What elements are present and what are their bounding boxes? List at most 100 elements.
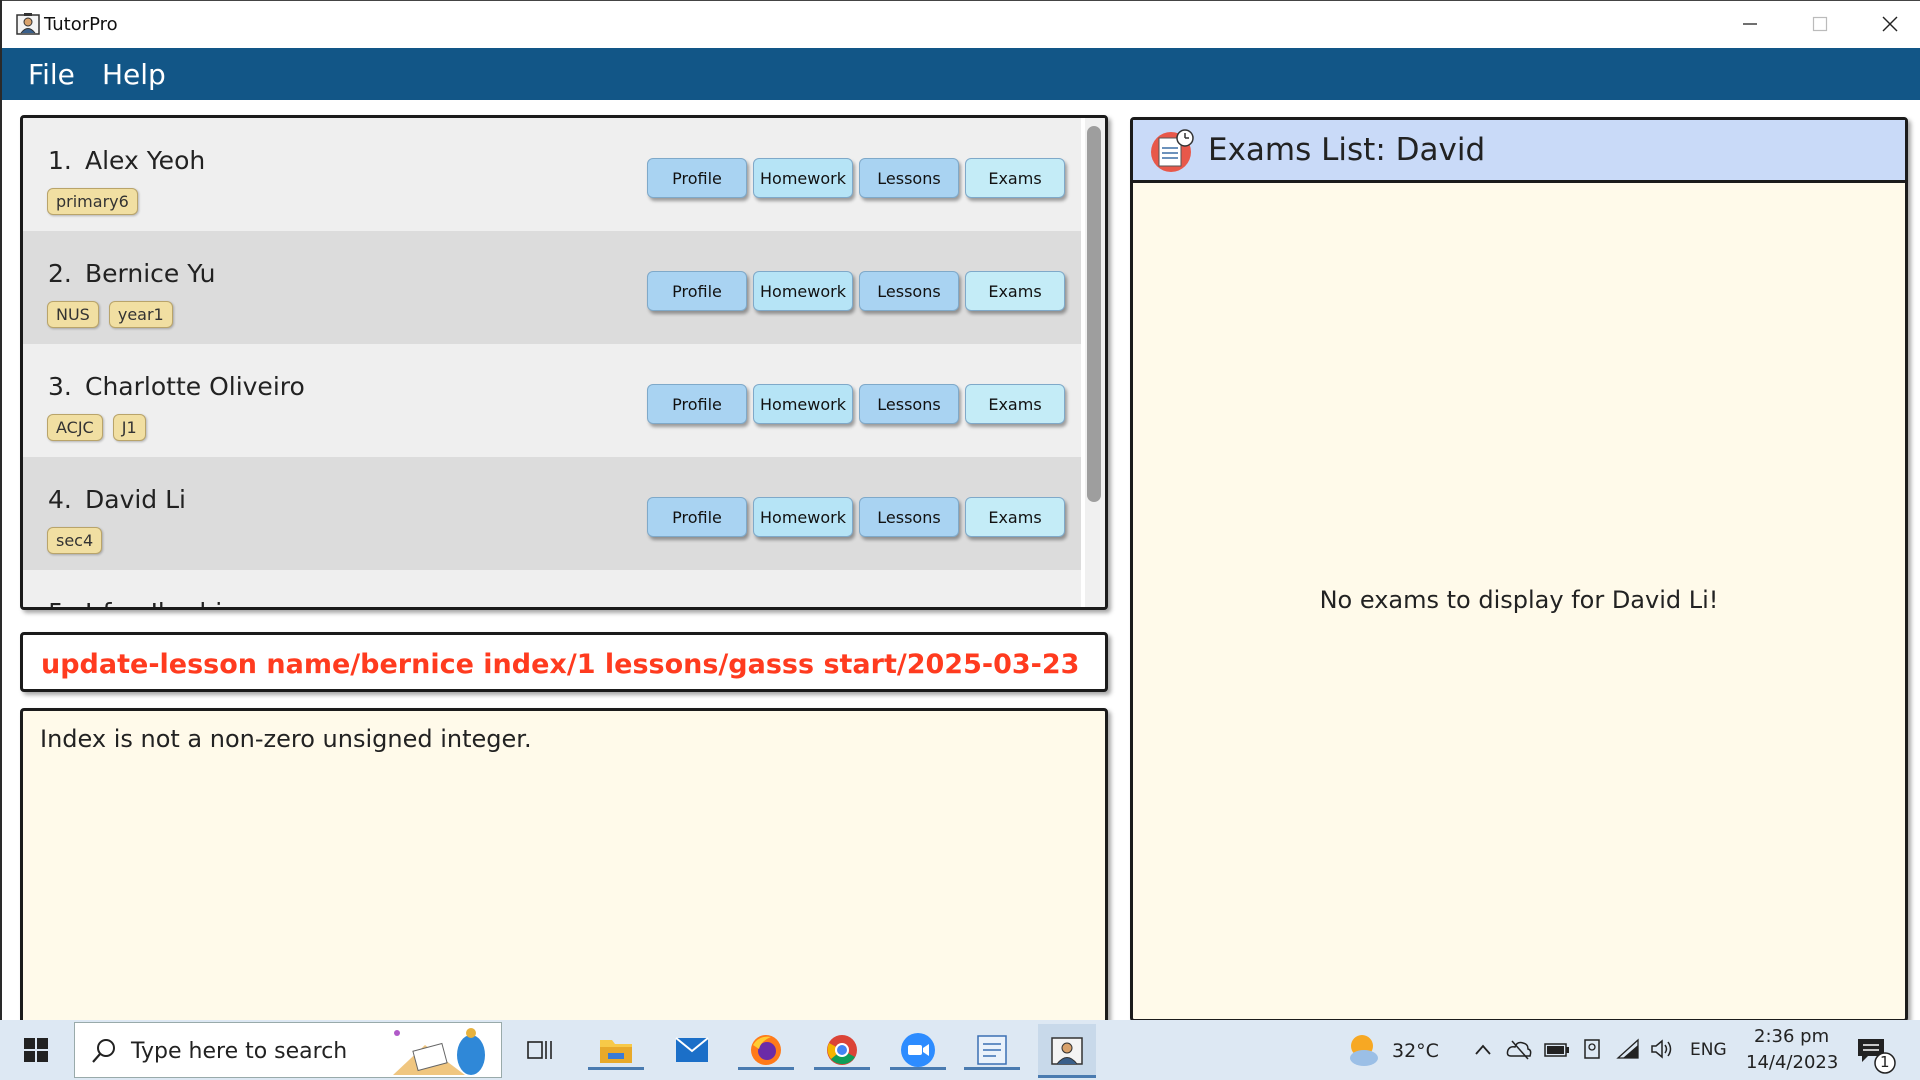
no-exams-message: No exams to display for David Li! (1319, 586, 1719, 614)
student-tag: primary6 (47, 188, 138, 215)
search-placeholder: Type here to search (131, 1039, 348, 1064)
file-explorer-button[interactable] (588, 1030, 644, 1070)
profile-button[interactable]: Profile (647, 384, 747, 424)
search-icon (92, 1039, 115, 1063)
student-row[interactable]: 3. Charlotte Oliveiro ACJC J1 Profile Ho… (23, 344, 1081, 457)
chevron-up-icon[interactable] (1474, 1042, 1492, 1056)
student-name: Alex Yeoh (85, 146, 206, 175)
volume-icon[interactable] (1650, 1038, 1674, 1060)
minimize-button[interactable] (1715, 1, 1785, 47)
homework-button[interactable]: Homework (753, 497, 853, 537)
start-button[interactable] (16, 1030, 56, 1070)
homework-button[interactable]: Homework (753, 158, 853, 198)
maximize-icon (1812, 16, 1828, 32)
maximize-button[interactable] (1785, 1, 1855, 47)
student-row[interactable]: 4. David Li sec4 Profile Homework Lesson… (23, 457, 1081, 570)
active-indicator (1038, 1075, 1096, 1078)
active-indicator (814, 1067, 870, 1070)
lessons-button[interactable]: Lessons (859, 158, 959, 198)
chrome-button[interactable] (814, 1030, 870, 1070)
student-index: 2. (48, 259, 72, 288)
result-display: Index is not a non-zero unsigned integer… (20, 708, 1108, 1038)
profile-button[interactable]: Profile (647, 271, 747, 311)
homework-button[interactable]: Homework (753, 384, 853, 424)
firefox-icon (751, 1035, 781, 1065)
exams-title: Exams List: David (1208, 132, 1486, 168)
weather-temperature[interactable]: 32°C (1392, 1040, 1439, 1062)
student-row[interactable]: 2. Bernice Yu NUS year1 Profile Homework… (23, 231, 1081, 344)
lessons-button[interactable]: Lessons (859, 271, 959, 311)
chrome-icon (827, 1035, 857, 1065)
exams-button[interactable]: Exams (965, 384, 1065, 424)
notifications-icon[interactable] (1856, 1036, 1896, 1074)
onedrive-icon[interactable] (1506, 1038, 1532, 1060)
document-app-icon (977, 1035, 1007, 1065)
active-indicator (588, 1067, 644, 1070)
taskbar: Type here to search 32°C ENG 2:36 pm 14/… (0, 1020, 1920, 1080)
student-tag: sec4 (47, 527, 103, 554)
command-input[interactable]: update-lesson name/bernice index/1 lesso… (41, 649, 1091, 680)
exams-button[interactable]: Exams (965, 497, 1065, 537)
student-list-panel: 1. Alex Yeoh primary6 Profile Homework L… (20, 115, 1108, 610)
window-title: TutorPro (44, 14, 118, 35)
active-indicator (964, 1067, 1020, 1070)
tutorpro-icon (1051, 1037, 1083, 1065)
student-index: 3. (48, 372, 72, 401)
zoom-icon (901, 1033, 935, 1067)
notification-count: 1 (1880, 1053, 1890, 1071)
clock-time[interactable]: 2:36 pm (1754, 1026, 1829, 1047)
lessons-button[interactable]: Lessons (859, 497, 959, 537)
wifi-icon[interactable] (1616, 1038, 1640, 1060)
windows-icon (24, 1038, 48, 1062)
profile-button[interactable]: Profile (647, 158, 747, 198)
active-indicator (890, 1067, 946, 1070)
zoom-button[interactable] (890, 1030, 946, 1070)
weather-icon (1350, 1035, 1378, 1066)
student-tags: primary6 (47, 188, 138, 215)
close-icon (1882, 16, 1898, 32)
tutorpro-taskbar-button[interactable] (1038, 1024, 1096, 1078)
student-tags: NUS year1 (47, 301, 173, 328)
list-scrollbar-thumb[interactable] (1087, 126, 1101, 502)
battery-icon[interactable] (1544, 1042, 1570, 1058)
student-index: 1. (48, 146, 72, 175)
taskbar-search[interactable]: Type here to search (74, 1022, 502, 1078)
search-highlight-illustration-icon (393, 1028, 485, 1075)
student-name: David Li (85, 485, 187, 514)
exam-icon (1151, 129, 1194, 172)
student-index: 5. (48, 598, 72, 607)
student-tags: sec4 (47, 527, 103, 554)
profile-button[interactable]: Profile (647, 497, 747, 537)
firefox-button[interactable] (738, 1030, 794, 1070)
student-tag: year1 (108, 301, 173, 328)
folder-icon (600, 1040, 632, 1063)
student-tag: NUS (47, 301, 99, 328)
minimize-icon (1743, 23, 1757, 25)
student-row[interactable]: 5. Irfan Ibrahim (23, 570, 1081, 607)
task-view-button[interactable] (520, 1030, 560, 1070)
exams-panel: Exams List: David No exams to display fo… (1130, 117, 1908, 1022)
exams-button[interactable]: Exams (965, 271, 1065, 311)
menu-help[interactable]: Help (102, 58, 166, 91)
task-view-icon (527, 1041, 552, 1059)
student-row[interactable]: 1. Alex Yeoh primary6 Profile Homework L… (23, 118, 1081, 231)
mail-button[interactable] (672, 1030, 712, 1070)
input-language[interactable]: ENG (1690, 1040, 1727, 1060)
student-tag: ACJC (47, 414, 103, 441)
exams-button[interactable]: Exams (965, 158, 1065, 198)
lessons-button[interactable]: Lessons (859, 384, 959, 424)
close-button[interactable] (1855, 1, 1920, 47)
menu-file[interactable]: File (28, 58, 75, 91)
homework-button[interactable]: Homework (753, 271, 853, 311)
student-tags: ACJC J1 (47, 414, 146, 441)
meet-now-icon[interactable] (1582, 1038, 1602, 1062)
title-bar: TutorPro (2, 0, 1920, 48)
tutorpro-app-icon (16, 13, 40, 35)
student-name: Bernice Yu (85, 259, 216, 288)
clock-date[interactable]: 14/4/2023 (1746, 1052, 1838, 1073)
mail-icon (675, 1037, 709, 1062)
student-index: 4. (48, 485, 72, 514)
student-name: Irfan Ibrahim (85, 598, 247, 607)
notepad-app-button[interactable] (964, 1030, 1020, 1070)
command-box[interactable]: update-lesson name/bernice index/1 lesso… (20, 632, 1108, 692)
